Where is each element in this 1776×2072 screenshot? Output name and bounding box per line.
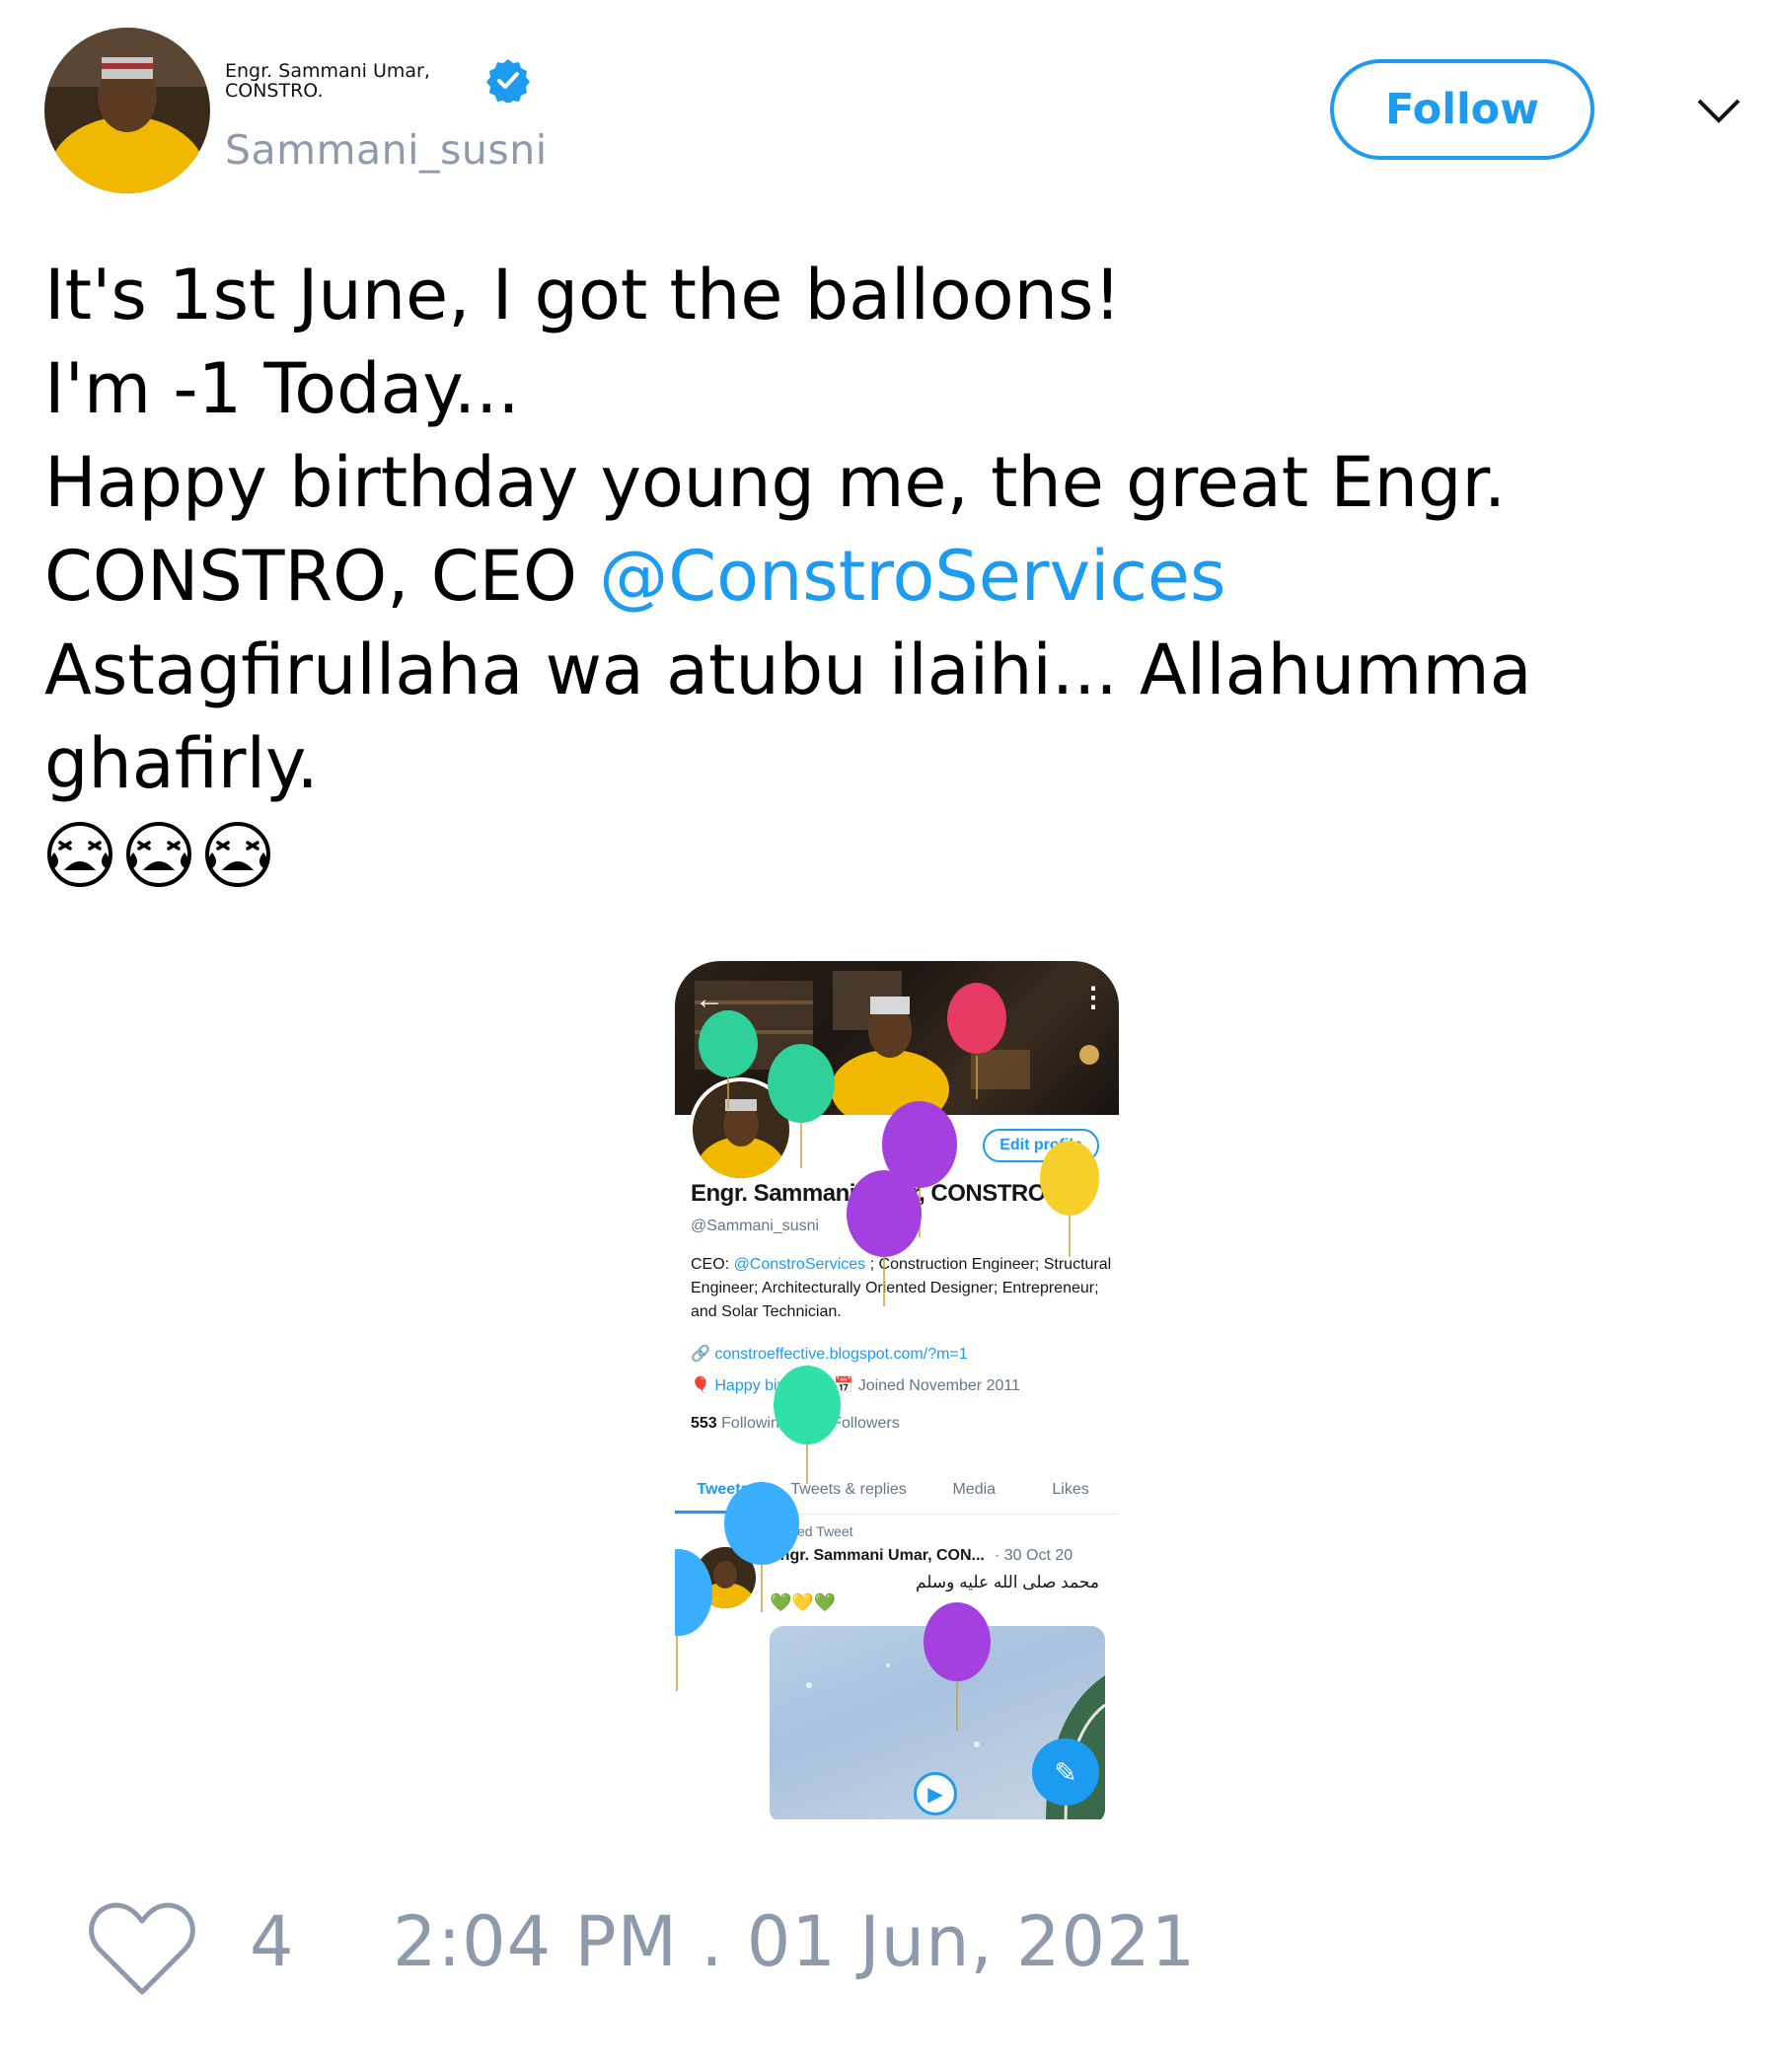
tweet-line: I'm -1 Today... [44, 348, 520, 429]
pinned-date: · 30 Oct 20 [995, 1547, 1073, 1564]
back-arrow-icon: ← [695, 983, 724, 1015]
verified-badge-icon [485, 57, 531, 105]
edit-profile-button: Edit profile [983, 1129, 1099, 1162]
profile-name: Engr. Sammani Umar, CONSTRO. [691, 1180, 1053, 1207]
followers-count: 172 [801, 1415, 828, 1432]
chevron-down-icon[interactable] [1695, 91, 1742, 130]
tweet-line: Happy birthday young me, the great Engr. [44, 442, 1507, 523]
crying-face-icon [205, 822, 270, 887]
birthday-label: Happy birthday! [714, 1377, 826, 1394]
tab-tweets: Tweets [675, 1470, 772, 1514]
bio-mention: @ConstroServices [733, 1256, 866, 1273]
profile-handle: @Sammani_susni [691, 1218, 820, 1234]
tab-tweets-replies: Tweets & replies [790, 1481, 907, 1498]
profile-url-text: constroeffective.blogspot.com/?m=1 [714, 1346, 968, 1363]
profile-meta: 🎈 Happy birthday! 📅 Joined November 2011 [691, 1377, 1020, 1394]
tweet-line: Astagfirullaha wa atubu ilaihi... Allahu… [44, 629, 1532, 710]
profile-bio: CEO: @ConstroServices ; Construction Eng… [691, 1253, 1115, 1324]
followers-label: Followers [832, 1415, 900, 1432]
heart-icon[interactable] [89, 1899, 195, 1998]
author-display-name[interactable]: Engr. Sammani Umar, CONSTRO. [225, 61, 452, 101]
tweet-media-image[interactable]: ← ⋮ Edit profile Engr. Sammani Umar, CON… [675, 961, 1119, 1819]
avatar[interactable] [44, 28, 210, 193]
pinned-avatar [695, 1547, 756, 1608]
tweet-line: ghafirly. [44, 723, 319, 804]
mention-link[interactable]: @ConstroServices [599, 536, 1225, 617]
tweet-line: It's 1st June, I got the balloons! [44, 255, 1122, 335]
following-label: Following [721, 1415, 788, 1432]
tweet-timestamp[interactable]: 2:04 PM . 01 Jun, 2021 [393, 1901, 1196, 1982]
tweet-line-text: CONSTRO, CEO [44, 536, 600, 617]
play-icon: ▶ [914, 1772, 957, 1815]
following-count: 553 [691, 1415, 717, 1432]
profile-avatar [689, 1077, 793, 1182]
joined-date: Joined November 2011 [857, 1377, 1020, 1394]
more-options-icon: ⋮ [1079, 982, 1107, 1012]
pinned-label: Pinned Tweet [770, 1523, 853, 1539]
tab-likes: Likes [1052, 1481, 1089, 1498]
like-count: 4 [250, 1901, 294, 1982]
follow-button[interactable]: Follow [1330, 59, 1594, 160]
pinned-hearts: 💚💛💚 [770, 1592, 837, 1612]
balloon [882, 1101, 957, 1237]
pinned-text: محمد صلى الله عليه وسلم [915, 1573, 1099, 1591]
crying-face-icon [126, 822, 191, 887]
crying-face-icon [47, 822, 112, 887]
compose-tweet-icon: ✎ [1032, 1739, 1099, 1806]
profile-counts: 553 Following 172 Followers [691, 1415, 900, 1433]
tweet-line: CONSTRO, CEO @ConstroServices [44, 530, 1722, 624]
emoji-row [44, 819, 273, 898]
profile-url: 🔗 constroeffective.blogspot.com/?m=1 [691, 1346, 968, 1363]
tweet-text: It's 1st June, I got the balloons! I'm -… [44, 249, 1722, 811]
profile-tabs: Tweets Tweets & replies Media Likes [675, 1470, 1119, 1515]
bio-prefix: CEO: [691, 1256, 734, 1273]
pinned-author: Engr. Sammani Umar, CON... [770, 1547, 985, 1564]
tab-media: Media [952, 1481, 997, 1498]
author-handle[interactable]: Sammani_susni [225, 126, 548, 174]
